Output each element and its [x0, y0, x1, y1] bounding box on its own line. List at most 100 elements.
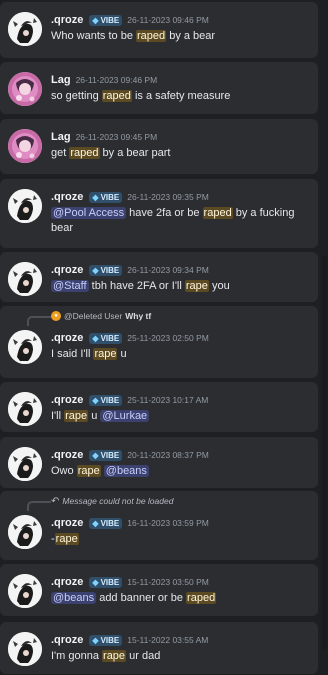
mention[interactable]: @beans — [51, 592, 97, 604]
message-text: by a bear — [166, 30, 216, 42]
user-avatar[interactable] — [8, 72, 42, 106]
search-highlight: raped — [69, 147, 100, 159]
message-content: @beans add banner or be raped — [51, 591, 309, 606]
timestamp[interactable]: 25-11-2023 10:17 AM — [127, 395, 208, 405]
message-text: Who wants to be — [51, 30, 136, 42]
role-badge-label: VIBE — [100, 192, 120, 202]
mention[interactable]: @Lurkae — [100, 410, 150, 422]
search-results-list: .qroze ◆ VIBE 26-11-2023 09:46 PM Who wants … — [0, 0, 328, 675]
search-highlight: raped — [136, 30, 167, 42]
role-badge[interactable]: ◆ VIBE — [89, 576, 123, 588]
message-content: Who wants to be raped by a bear — [51, 29, 309, 44]
gem-icon: ◆ — [92, 518, 99, 528]
gem-icon: ◆ — [92, 635, 99, 645]
search-highlight: raped — [186, 592, 217, 604]
reply-avatar-icon: ● — [51, 311, 61, 321]
message-text: is a safety measure — [131, 90, 231, 102]
search-result-message[interactable]: .qroze ◆ VIBE 20-11-2023 08:37 PM Owo rape @… — [0, 437, 318, 488]
user-avatar[interactable] — [8, 12, 42, 46]
timestamp[interactable]: 25-11-2023 02:50 PM — [127, 333, 209, 343]
message-content: I'm gonna rape ur dad — [51, 649, 309, 664]
timestamp[interactable]: 15-11-2023 03:50 PM — [127, 577, 209, 587]
username[interactable]: .qroze — [51, 264, 83, 276]
message-text: u — [117, 348, 127, 360]
search-result-message[interactable]: .qroze ◆ VIBE 25-11-2023 10:17 AM I'll rape … — [0, 382, 318, 432]
search-result-message[interactable]: ● @Deleted User Why tf .qroze ◆ VIBE 25-11-202… — [0, 306, 318, 378]
search-result-message[interactable]: .qroze ◆ VIBE 15-11-2023 03:50 PM @beans add… — [0, 564, 318, 616]
username[interactable]: .qroze — [51, 191, 83, 203]
role-badge[interactable]: ◆ VIBE — [89, 264, 123, 276]
timestamp[interactable]: 26-11-2023 09:35 PM — [127, 192, 209, 202]
role-badge[interactable]: ◆ VIBE — [89, 634, 123, 646]
username[interactable]: .qroze — [51, 634, 83, 646]
gem-icon: ◆ — [92, 15, 99, 25]
message-text: I said I'll — [51, 348, 94, 360]
search-result-message[interactable]: Lag 26-11-2023 09:46 PM so getting raped i… — [0, 62, 318, 114]
username[interactable]: .qroze — [51, 449, 83, 461]
mention[interactable]: @beans — [103, 465, 149, 477]
reply-preview[interactable]: ● @Deleted User Why tf — [51, 310, 151, 322]
username[interactable]: .qroze — [51, 517, 83, 529]
message-text: get — [51, 147, 70, 159]
user-avatar[interactable] — [8, 515, 42, 549]
timestamp[interactable]: 26-11-2023 09:46 PM — [127, 15, 209, 25]
reply-preview[interactable]: ↶ Message could not be loaded — [51, 495, 173, 507]
search-result-message[interactable]: .qroze ◆ VIBE 26-11-2023 09:34 PM @Staff tbh… — [0, 252, 318, 302]
timestamp[interactable]: 26-11-2023 09:45 PM — [76, 132, 158, 142]
user-avatar[interactable] — [8, 330, 42, 364]
role-badge[interactable]: ◆ VIBE — [89, 394, 123, 406]
search-result-message[interactable]: ↶ Message could not be loaded .qroze ◆ VIBE 1… — [0, 491, 318, 560]
role-badge[interactable]: ◆ VIBE — [89, 517, 123, 529]
user-avatar[interactable] — [8, 574, 42, 608]
search-highlight: rape — [102, 650, 127, 662]
message-text: I'm gonna — [51, 650, 103, 662]
search-highlight: rape — [93, 348, 118, 360]
role-badge[interactable]: ◆ VIBE — [89, 14, 123, 26]
role-badge[interactable]: ◆ VIBE — [89, 449, 123, 461]
user-avatar[interactable] — [8, 189, 42, 223]
role-badge-label: VIBE — [100, 577, 120, 587]
search-result-message[interactable]: .qroze ◆ VIBE 26-11-2023 09:46 PM Who wants … — [0, 2, 318, 58]
message-header: Lag 26-11-2023 09:46 PM — [51, 73, 157, 87]
username[interactable]: .qroze — [51, 332, 83, 344]
timestamp[interactable]: 26-11-2023 09:34 PM — [127, 265, 209, 275]
scrollbar[interactable] — [322, 0, 327, 675]
search-result-message[interactable]: .qroze ◆ VIBE 26-11-2023 09:35 PM @Pool Acce… — [0, 179, 318, 248]
reply-author[interactable]: @Deleted User — [64, 311, 122, 321]
username[interactable]: Lag — [51, 74, 71, 86]
role-badge[interactable]: ◆ VIBE — [89, 332, 123, 344]
mention[interactable]: @Staff — [51, 280, 89, 292]
timestamp[interactable]: 26-11-2023 09:46 PM — [76, 75, 158, 85]
gem-icon: ◆ — [92, 577, 99, 587]
timestamp[interactable]: 20-11-2023 08:37 PM — [127, 450, 209, 460]
user-avatar[interactable] — [8, 632, 42, 666]
reply-connector — [27, 316, 51, 326]
message-text: so getting — [51, 90, 102, 102]
role-badge[interactable]: ◆ VIBE — [89, 191, 123, 203]
username[interactable]: Lag — [51, 131, 71, 143]
gem-icon: ◆ — [92, 450, 99, 460]
gem-icon: ◆ — [92, 333, 99, 343]
mention[interactable]: @Pool Access — [51, 207, 127, 219]
reply-connector — [27, 501, 51, 511]
search-result-message[interactable]: Lag 26-11-2023 09:45 PM get raped by a bea… — [0, 119, 318, 174]
user-avatar[interactable] — [8, 129, 42, 163]
timestamp[interactable]: 16-11-2023 03:59 PM — [127, 518, 209, 528]
role-badge-label: VIBE — [100, 518, 120, 528]
username[interactable]: .qroze — [51, 576, 83, 588]
username[interactable]: .qroze — [51, 394, 83, 406]
role-badge-label: VIBE — [100, 395, 120, 405]
user-avatar[interactable] — [8, 262, 42, 296]
user-avatar[interactable] — [8, 392, 42, 426]
message-header: .qroze ◆ VIBE 25-11-2023 10:17 AM — [51, 393, 208, 407]
message-text: have 2fa or be — [126, 207, 203, 219]
message-header: .qroze ◆ VIBE 20-11-2023 08:37 PM — [51, 448, 209, 462]
user-avatar[interactable] — [8, 447, 42, 481]
username[interactable]: .qroze — [51, 14, 83, 26]
timestamp[interactable]: 15-11-2022 03:55 AM — [127, 635, 208, 645]
scrollbar-thumb[interactable] — [322, 255, 327, 650]
search-result-message[interactable]: .qroze ◆ VIBE 15-11-2022 03:55 AM I'm gonna … — [0, 622, 318, 674]
message-text: tbh have 2FA or I'll — [88, 280, 185, 292]
message-text: u — [88, 410, 101, 422]
role-badge-label: VIBE — [100, 450, 120, 460]
